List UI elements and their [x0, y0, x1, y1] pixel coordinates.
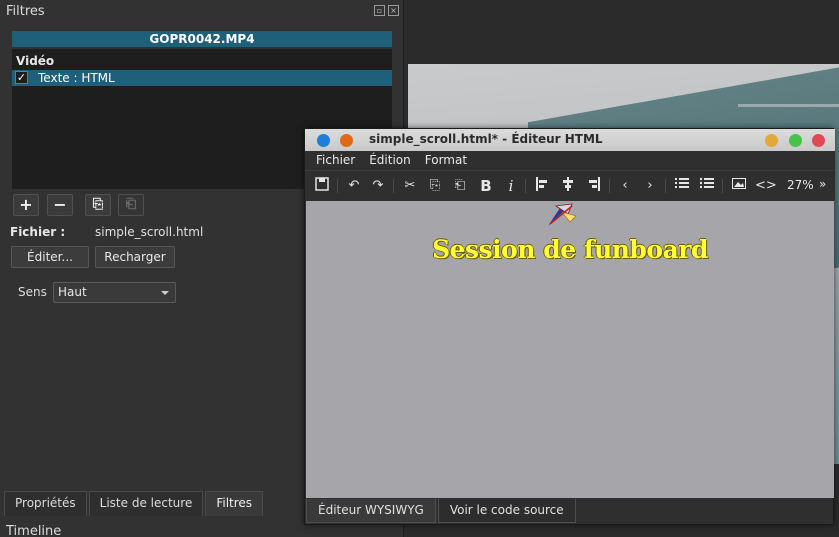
tab-view-source[interactable]: Voir le code source — [437, 499, 576, 523]
html-editor-window: simple_scroll.html* - Éditeur HTML Fichi… — [304, 128, 835, 525]
paste-filter-button[interactable]: ⎗ — [118, 194, 144, 216]
menu-format[interactable]: Format — [425, 151, 467, 170]
file-label: Fichier : — [10, 225, 66, 239]
clip-name: GOPR0042.MP4 — [12, 31, 392, 47]
image-icon[interactable] — [730, 177, 748, 195]
wysiwyg-canvas[interactable]: Session de funboard — [306, 201, 834, 498]
paste-icon[interactable]: ⎗ — [451, 177, 469, 195]
align-right-icon[interactable] — [585, 177, 603, 195]
close-icon[interactable]: × — [388, 5, 399, 16]
window-sticky-icon[interactable] — [340, 134, 353, 147]
remove-filter-button[interactable]: − — [47, 194, 73, 216]
filter-row[interactable]: ✓ Texte : HTML — [12, 70, 392, 86]
tab-playlist[interactable]: Liste de lecture — [88, 491, 204, 516]
toolbar-separator — [393, 179, 394, 193]
app-root: Filtres ▫ × GOPR0042.MP4 Vidéo ✓ Texte :… — [0, 0, 839, 537]
redo-icon[interactable]: ↷ — [369, 177, 387, 195]
reload-button[interactable]: Recharger — [95, 246, 175, 268]
cut-icon[interactable]: ✂ — [401, 177, 419, 195]
funboard-logo-image — [548, 203, 577, 226]
editor-title: simple_scroll.html* - Éditeur HTML — [369, 132, 603, 146]
outdent-icon[interactable]: ‹ — [616, 177, 634, 195]
direction-value: Haut — [58, 285, 87, 299]
tab-properties[interactable]: Propriétés — [4, 491, 87, 516]
indent-icon[interactable]: › — [641, 177, 659, 195]
timeline-label: Timeline — [6, 524, 62, 537]
tab-wysiwyg-editor[interactable]: Éditeur WYSIWYG — [306, 499, 436, 523]
file-value: simple_scroll.html — [95, 225, 204, 239]
toolbar-separator — [609, 179, 610, 193]
dock-title: Filtres — [6, 4, 45, 19]
tab-filters[interactable]: Filtres — [205, 491, 264, 516]
menu-file[interactable]: Fichier — [316, 151, 355, 170]
code-icon[interactable]: <> — [755, 177, 777, 195]
align-center-icon[interactable] — [559, 177, 577, 195]
float-icon[interactable]: ▫ — [374, 5, 385, 16]
toolbar-separator — [722, 179, 723, 193]
toolbar-separator — [337, 179, 338, 193]
filter-category: Vidéo — [16, 54, 55, 68]
editor-titlebar[interactable]: simple_scroll.html* - Éditeur HTML — [305, 129, 835, 151]
editor-menubar: Fichier Édition Format — [305, 151, 835, 170]
direction-select[interactable]: Haut — [53, 282, 176, 303]
filter-label: Texte : HTML — [38, 71, 115, 85]
add-filter-button[interactable]: + — [13, 194, 39, 216]
toolbar-separator — [525, 179, 526, 193]
dock-tabs: Propriétés Liste de lecture Filtres — [4, 491, 265, 516]
preview-horizon — [738, 104, 839, 107]
editor-tabs: Éditeur WYSIWYG Voir le code source — [306, 499, 578, 524]
undo-icon[interactable]: ↶ — [345, 177, 363, 195]
toolbar-overflow-icon[interactable]: » — [819, 177, 826, 191]
window-close-icon[interactable] — [812, 134, 825, 147]
save-icon[interactable] — [313, 177, 331, 195]
editor-toolbar: ↶ ↷ ✂ ⎘ ⎗ B i ‹ › <> 27% » — [305, 170, 835, 200]
align-left-icon[interactable] — [533, 177, 551, 195]
minimize-icon[interactable] — [765, 134, 778, 147]
bullet-list-icon[interactable] — [698, 177, 716, 195]
italic-icon[interactable]: i — [502, 177, 520, 195]
window-menu-icon[interactable] — [317, 134, 330, 147]
bold-icon[interactable]: B — [477, 177, 495, 195]
filter-enabled-checkbox[interactable]: ✓ — [15, 71, 28, 84]
toolbar-separator — [665, 179, 666, 193]
copy-icon[interactable]: ⎘ — [426, 177, 444, 195]
menu-edit[interactable]: Édition — [369, 151, 411, 170]
direction-label: Sens — [18, 285, 47, 299]
maximize-icon[interactable] — [789, 134, 802, 147]
copy-filter-button[interactable]: ⎘ — [85, 194, 111, 216]
dock-window-buttons: ▫ × — [374, 5, 399, 16]
numbered-list-icon[interactable] — [673, 177, 691, 195]
chevron-down-icon — [161, 291, 169, 295]
edit-button[interactable]: Éditer... — [11, 246, 89, 268]
zoom-level[interactable]: 27% — [787, 178, 814, 192]
content-heading[interactable]: Session de funboard — [306, 235, 834, 264]
